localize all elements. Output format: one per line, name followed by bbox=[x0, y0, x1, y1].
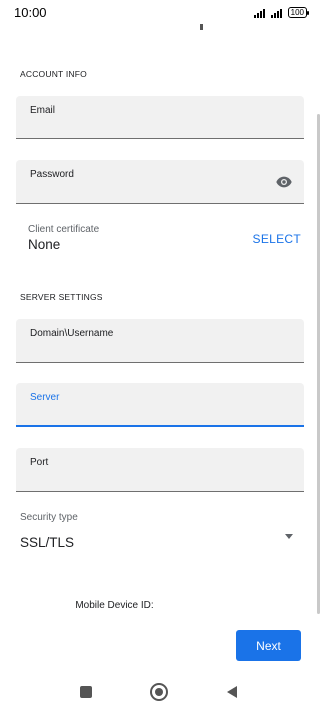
domain-username-field[interactable]: Domain\Username bbox=[16, 319, 304, 363]
port-field[interactable]: Port bbox=[16, 448, 304, 492]
domain-username-label: Domain\Username bbox=[30, 328, 114, 339]
home-icon[interactable] bbox=[150, 683, 168, 701]
server-field[interactable]: Server bbox=[16, 383, 304, 427]
server-settings-heading: SERVER SETTINGS bbox=[20, 292, 103, 302]
server-label: Server bbox=[30, 392, 60, 403]
battery-level: 100 bbox=[290, 8, 304, 17]
next-button[interactable]: Next bbox=[236, 630, 301, 661]
scrolled-content-remnant bbox=[200, 24, 203, 30]
scrollbar[interactable] bbox=[317, 114, 320, 614]
password-field[interactable]: Password bbox=[16, 160, 304, 204]
back-icon[interactable] bbox=[227, 686, 237, 698]
signal-icon bbox=[270, 8, 282, 18]
email-field[interactable]: Email bbox=[16, 96, 304, 139]
visibility-toggle-icon[interactable] bbox=[276, 176, 292, 188]
status-icons: 100 bbox=[253, 7, 310, 18]
battery-icon: 100 bbox=[287, 7, 310, 18]
dropdown-arrow-icon[interactable] bbox=[285, 534, 293, 539]
security-type-select[interactable]: SSL/TLS bbox=[20, 535, 74, 550]
client-certificate-label: Client certificate bbox=[28, 224, 100, 235]
recent-apps-icon[interactable] bbox=[80, 686, 92, 698]
client-certificate-value: None bbox=[28, 237, 61, 252]
password-label: Password bbox=[30, 169, 74, 180]
security-type-label: Security type bbox=[20, 512, 78, 523]
settings-form[interactable]: ACCOUNT INFO Email Password Client certi… bbox=[0, 24, 321, 674]
mobile-device-id: Mobile Device ID: bbox=[75, 600, 154, 611]
select-certificate-button[interactable]: SELECT bbox=[253, 232, 301, 246]
status-time: 10:00 bbox=[14, 5, 47, 20]
email-label: Email bbox=[30, 105, 56, 116]
system-nav-bar bbox=[0, 674, 321, 714]
signal-icon bbox=[253, 8, 265, 18]
account-info-heading: ACCOUNT INFO bbox=[20, 69, 87, 79]
port-label: Port bbox=[30, 457, 49, 468]
status-bar: 10:00 100 bbox=[0, 0, 321, 24]
